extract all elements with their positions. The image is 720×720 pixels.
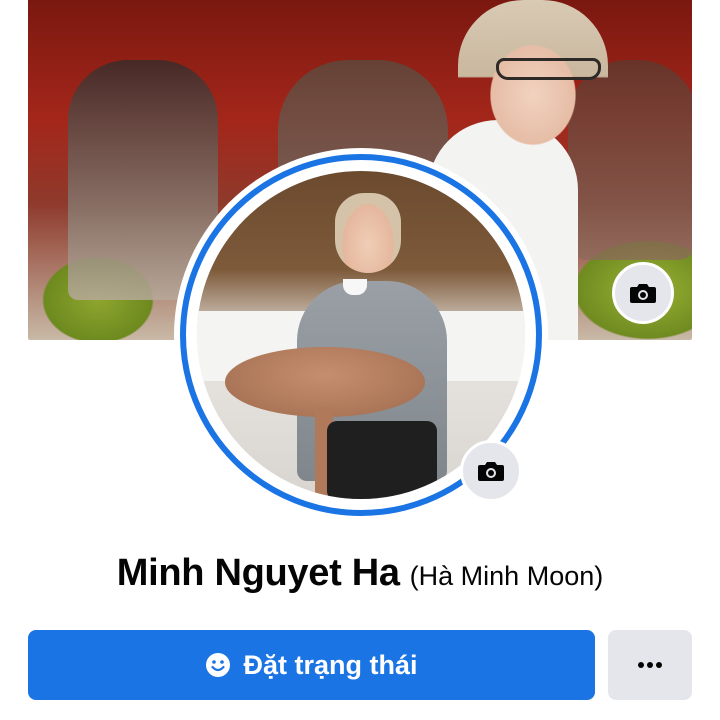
- camera-icon: [630, 284, 656, 303]
- profile-name-row: Minh Nguyet Ha (Hà Minh Moon): [0, 552, 720, 604]
- profile-picture-camera-button[interactable]: [460, 440, 522, 502]
- profile-name: Minh Nguyet Ha: [116, 552, 400, 594]
- set-status-label: Đặt trạng thái: [243, 649, 418, 680]
- more-options-button[interactable]: [608, 630, 692, 700]
- cover-person-head: [458, 0, 608, 170]
- set-status-button[interactable]: Đặt trạng thái: [28, 630, 595, 700]
- smile-icon: [206, 653, 231, 677]
- cover-camera-button[interactable]: [612, 262, 674, 324]
- cover-person-glasses: [496, 58, 601, 80]
- avatar-person-pants: [327, 421, 437, 499]
- avatar-coffee-cup: [343, 279, 367, 295]
- avatar-person-head: [335, 193, 401, 273]
- profile-alternate-name: (Hà Minh Moon): [409, 561, 604, 591]
- camera-icon: [478, 462, 504, 481]
- ellipsis-icon: [638, 662, 662, 668]
